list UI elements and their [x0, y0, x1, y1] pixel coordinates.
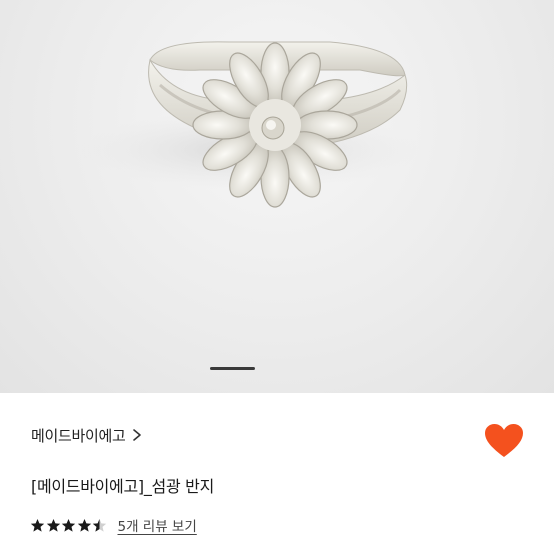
brand-link[interactable]: 메이드바이에고 — [31, 423, 142, 447]
heart-icon[interactable] — [484, 423, 524, 459]
carousel-indicator[interactable] — [210, 367, 255, 370]
star-icon — [77, 518, 91, 532]
star-icon — [46, 518, 60, 532]
product-info: 메이드바이에고 [메이드바이에고]_섬광 반지 5개 리뷰 보기 — [0, 393, 554, 554]
product-title: [메이드바이에고]_섬광 반지 — [31, 477, 214, 496]
review-link[interactable]: 5개 리뷰 보기 — [118, 515, 197, 535]
rating-row: 5개 리뷰 보기 — [30, 515, 197, 535]
product-photo — [80, 41, 420, 208]
brand-name: 메이드바이에고 — [31, 426, 126, 445]
star-half-icon — [92, 518, 107, 532]
star-icon — [30, 518, 45, 532]
rating-stars — [30, 518, 108, 533]
chevron-right-icon — [132, 429, 141, 441]
star-icon — [61, 518, 76, 532]
product-image-carousel[interactable] — [0, 0, 554, 393]
